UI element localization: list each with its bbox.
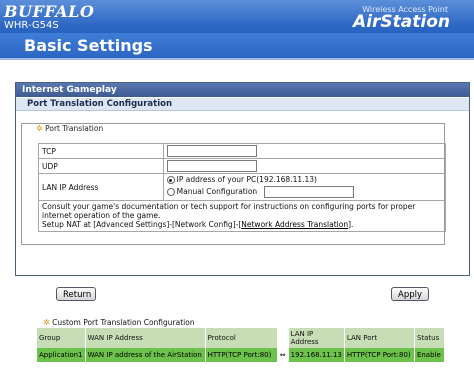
cell-status: Enable	[414, 348, 446, 362]
custom-config-legend: ✲ Custom Port Translation Configuration	[43, 318, 195, 327]
note-nat: Setup NAT at [Advanced Settings]-[Networ…	[42, 220, 442, 229]
note-prefix: Setup NAT at [Advanced Settings]-[Networ…	[42, 220, 242, 229]
model-name: WHR-G54S	[4, 20, 59, 31]
tcp-port-input[interactable]	[166, 145, 257, 157]
cell-wan-ip: WAN IP address of the AirStation	[85, 348, 206, 362]
col-wan-ip: WAN IP Address	[85, 328, 206, 348]
translation-arrow-icon: ⇔	[277, 348, 289, 362]
custom-legend-label: Custom Port Translation Configuration	[52, 318, 195, 327]
tcp-row: TCP	[38, 143, 447, 159]
tcp-cell	[162, 143, 447, 159]
tcp-label: TCP	[38, 143, 164, 159]
custom-translation-table: Group WAN IP Address Protocol LAN IP Add…	[37, 328, 446, 362]
cell-lan-port: HTTP(TCP Port:80)	[344, 348, 415, 362]
lan-ip-cell: IP address of your PC(192.168.11.13) Man…	[162, 173, 447, 201]
manual-config-radio[interactable]	[166, 188, 175, 196]
col-status: Status	[414, 328, 446, 348]
col-protocol: Protocol	[205, 328, 278, 348]
app-header: BUFFALO WHR-G54S Wireless Access Point A…	[0, 0, 474, 58]
col-group: Group	[37, 328, 86, 348]
header-gap	[277, 328, 289, 348]
col-lan-ip: LAN IP Address	[288, 328, 345, 348]
star-icon: ✲	[43, 318, 50, 327]
udp-cell	[162, 158, 447, 174]
lan-ip-label: LAN IP Address	[38, 173, 164, 201]
return-button[interactable]: Return	[56, 287, 96, 301]
custom-header-row: Group WAN IP Address Protocol LAN IP Add…	[37, 328, 446, 348]
nat-link[interactable]: Network Address Translation	[241, 220, 348, 229]
col-lan-port: LAN Port	[344, 328, 415, 348]
note-cell: Consult your game's documentation or tec…	[38, 200, 446, 232]
pc-ip-option-label: IP address of your PC(192.168.11.13)	[176, 175, 317, 184]
cell-lan-ip: 192.168.11.13	[288, 348, 345, 362]
section-title: Internet Gameplay	[16, 83, 469, 97]
note-suffix: ].	[348, 220, 354, 229]
brand-logo: BUFFALO	[4, 2, 95, 21]
udp-label: UDP	[38, 158, 164, 174]
star-icon: ✲	[36, 124, 43, 133]
cell-group: Application1	[37, 348, 86, 362]
section-subtitle: Port Translation Configuration	[16, 98, 469, 111]
cell-protocol: HTTP(TCP Port:80)	[205, 348, 278, 362]
port-translation-legend: ✲ Port Translation	[36, 124, 103, 133]
legend-label: Port Translation	[45, 124, 104, 133]
note-text: Consult your game's documentation or tec…	[42, 202, 416, 220]
manual-ip-input[interactable]	[263, 186, 354, 198]
udp-port-input[interactable]	[166, 160, 257, 172]
header-divider	[0, 58, 474, 60]
lan-ip-row: LAN IP Address IP address of your PC(192…	[38, 173, 447, 201]
table-row[interactable]: Application1 WAN IP address of the AirSt…	[37, 348, 446, 362]
page-title: Basic Settings	[24, 36, 153, 55]
product-logo: AirStation	[353, 12, 450, 32]
udp-row: UDP	[38, 158, 447, 174]
apply-button[interactable]: Apply	[391, 287, 429, 301]
manual-config-label: Manual Configuration	[176, 187, 258, 196]
pc-ip-radio[interactable]	[166, 176, 175, 184]
note-row: Consult your game's documentation or tec…	[38, 200, 446, 232]
port-translation-table: TCP UDP LAN IP Address IP address of you…	[38, 143, 447, 232]
